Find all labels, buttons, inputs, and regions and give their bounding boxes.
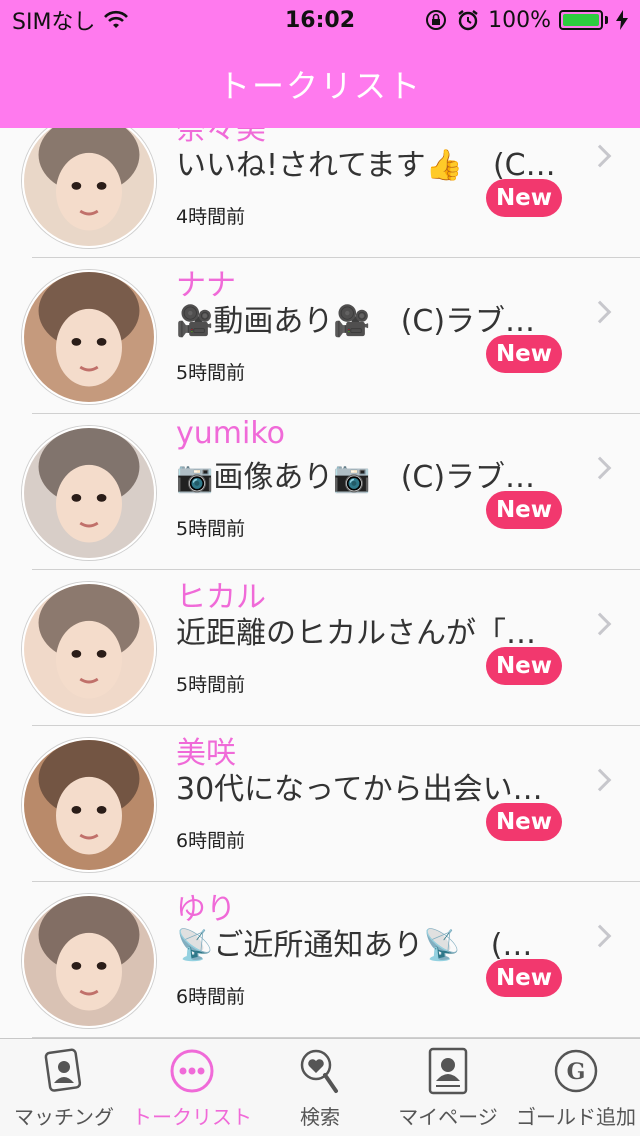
- message-time: 6時間前: [176, 830, 246, 852]
- avatar: [22, 128, 156, 248]
- avatar: [22, 894, 156, 1028]
- battery-percent: 100%: [488, 7, 551, 33]
- charging-bolt-icon: [616, 10, 628, 30]
- navigation-bar: トークリスト: [0, 40, 640, 128]
- avatar: [22, 270, 156, 404]
- battery-icon: [559, 10, 608, 30]
- tab-chat-bubble[interactable]: トークリスト: [128, 1039, 256, 1136]
- tab-label: マイページ: [398, 1105, 498, 1129]
- talk-list-row[interactable]: ナナ 🎥動画あり🎥 (C)ラブ… 5時間前 New: [0, 258, 640, 414]
- message-time: 5時間前: [176, 518, 246, 540]
- message-preview: 📡ご近所通知あり📡 (…: [176, 928, 533, 963]
- new-badge: New: [486, 959, 562, 997]
- message-preview: 📷画像あり📷 (C)ラブ…: [176, 460, 536, 495]
- new-badge: New: [486, 647, 562, 685]
- message-preview: いいね!されてます👍 (C…: [176, 148, 556, 183]
- status-right: 100%: [424, 8, 628, 33]
- talk-list-row[interactable]: 奈々美 いいね!されてます👍 (C… 4時間前 New: [0, 128, 640, 258]
- message-time: 4時間前: [176, 206, 246, 228]
- chevron-right-icon: [588, 768, 612, 792]
- message-time: 5時間前: [176, 674, 246, 696]
- new-badge: New: [486, 491, 562, 529]
- tab-gold-coin[interactable]: G ゴールド追加: [512, 1039, 640, 1136]
- message-preview: 30代になってから出会い…: [176, 772, 543, 807]
- talk-list-row[interactable]: 美咲 30代になってから出会い… 6時間前 New: [0, 726, 640, 882]
- talk-list[interactable]: 奈々美 いいね!されてます👍 (C… 4時間前 New ナナ 🎥動画あり🎥 (C…: [0, 128, 640, 1038]
- status-bar: SIMなし 16:02 100%: [0, 0, 640, 40]
- message-time: 6時間前: [176, 986, 246, 1008]
- tab-heart-search[interactable]: 検索: [256, 1039, 384, 1136]
- tab-matching-card[interactable]: マッチング: [0, 1039, 128, 1136]
- chevron-right-icon: [588, 612, 612, 636]
- avatar: [22, 426, 156, 560]
- talk-list-row[interactable]: yumiko 📷画像あり📷 (C)ラブ… 5時間前 New: [0, 414, 640, 570]
- chevron-right-icon: [588, 300, 612, 324]
- profile-icon: [424, 1047, 472, 1095]
- svg-text:G: G: [567, 1059, 586, 1085]
- chevron-right-icon: [588, 456, 612, 480]
- carrier-label: SIMなし: [12, 10, 96, 35]
- matching-card-icon: [40, 1047, 88, 1095]
- heart-search-icon: [296, 1047, 344, 1095]
- avatar: [22, 738, 156, 872]
- new-badge: New: [486, 335, 562, 373]
- alarm-icon: [458, 10, 478, 31]
- rotation-lock-icon: [426, 10, 447, 30]
- new-badge: New: [486, 803, 562, 841]
- gold-coin-icon: G: [552, 1047, 600, 1095]
- tab-label: トークリスト: [132, 1105, 252, 1129]
- chat-bubble-icon: [168, 1047, 216, 1095]
- message-preview: 🎥動画あり🎥 (C)ラブ…: [176, 304, 536, 339]
- chevron-right-icon: [588, 144, 612, 168]
- tab-bar: マッチング トークリスト 検索 マイページ G ゴールド追加: [0, 1038, 640, 1136]
- talk-list-row[interactable]: ゆり 📡ご近所通知あり📡 (… 6時間前 New: [0, 882, 640, 1038]
- message-preview: 近距離のヒカルさんが「…: [176, 616, 536, 651]
- chevron-right-icon: [588, 924, 612, 948]
- battery-fill: [563, 14, 599, 26]
- new-badge: New: [486, 179, 562, 217]
- page-title: トークリスト: [217, 67, 422, 105]
- tab-label: ゴールド追加: [516, 1105, 636, 1129]
- status-left: SIMなし: [12, 4, 129, 36]
- tab-profile[interactable]: マイページ: [384, 1039, 512, 1136]
- tab-label: 検索: [300, 1105, 340, 1129]
- message-time: 5時間前: [176, 362, 246, 384]
- tab-label: マッチング: [14, 1105, 114, 1129]
- avatar: [22, 582, 156, 716]
- wifi-icon: [104, 10, 129, 28]
- sender-name: yumiko: [176, 416, 285, 451]
- talk-list-row[interactable]: ヒカル 近距離のヒカルさんが「… 5時間前 New: [0, 570, 640, 726]
